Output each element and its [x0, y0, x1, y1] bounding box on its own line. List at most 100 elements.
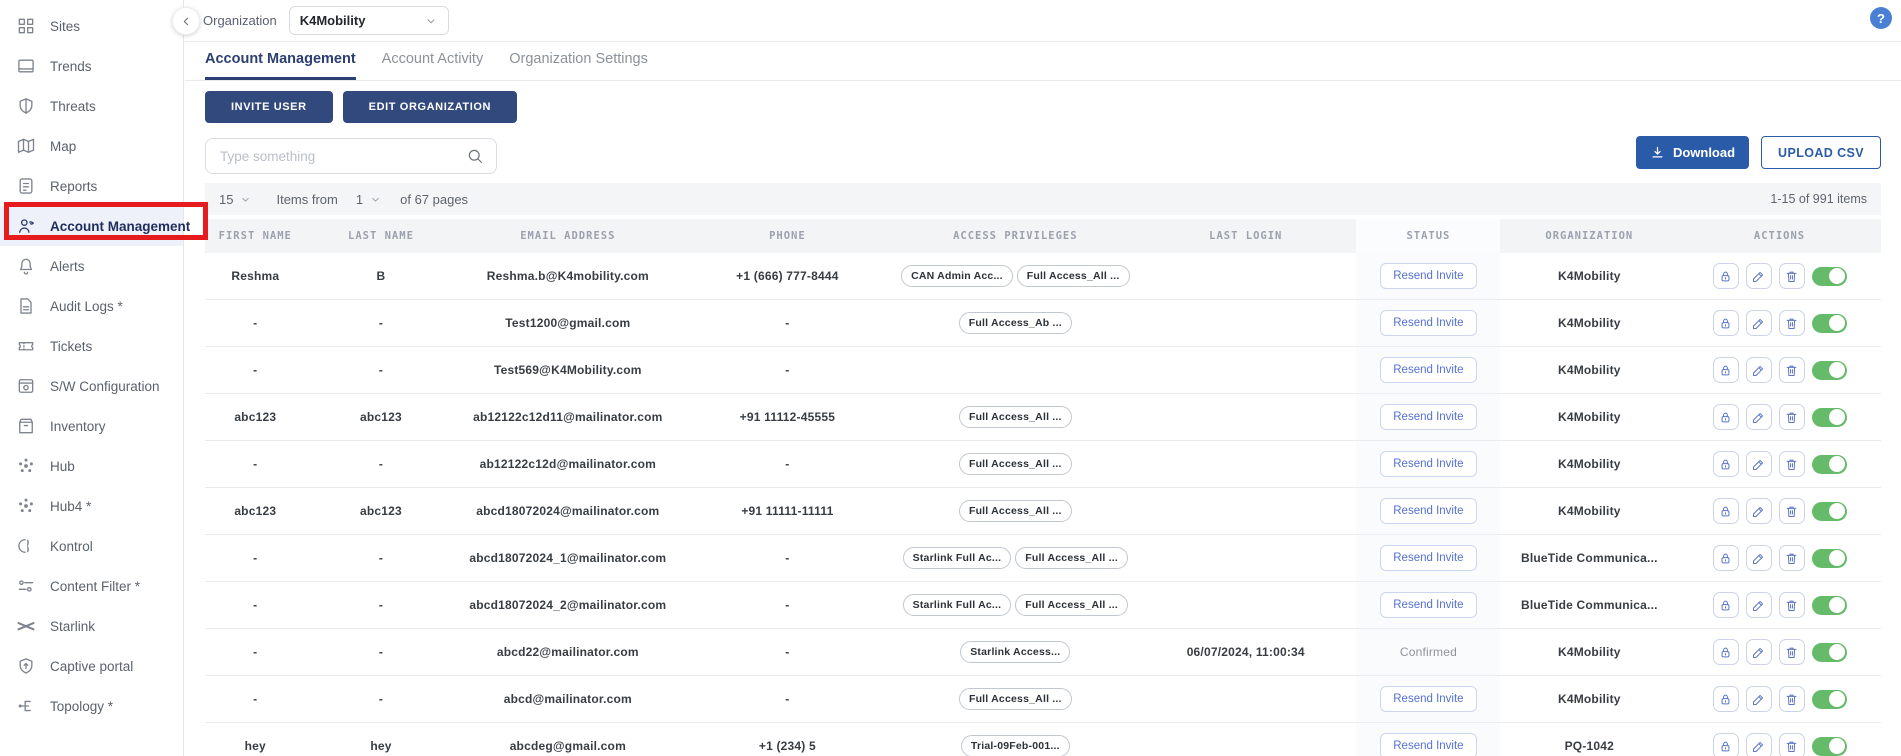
delete-button[interactable]	[1779, 357, 1805, 383]
resend-invite-button[interactable]: Resend Invite	[1380, 686, 1476, 712]
sidebar-item-label: Alerts	[50, 259, 85, 274]
sidebar-item-captive-portal[interactable]: Captive portal	[0, 646, 183, 686]
resend-invite-button[interactable]: Resend Invite	[1380, 310, 1476, 336]
sidebar-item-alerts[interactable]: Alerts	[0, 246, 183, 286]
lock-button[interactable]	[1713, 639, 1739, 665]
resend-invite-button[interactable]: Resend Invite	[1380, 357, 1476, 383]
lock-button[interactable]	[1713, 686, 1739, 712]
help-button[interactable]: ?	[1870, 7, 1892, 29]
delete-button[interactable]	[1779, 639, 1805, 665]
edit-button[interactable]	[1746, 639, 1772, 665]
download-icon	[1650, 145, 1665, 160]
delete-button[interactable]	[1779, 451, 1805, 477]
status-toggle[interactable]	[1812, 549, 1847, 568]
edit-button[interactable]	[1746, 498, 1772, 524]
status-toggle[interactable]	[1812, 267, 1847, 286]
sidebar-item-inventory[interactable]: Inventory	[0, 406, 183, 446]
tab-account-activity[interactable]: Account Activity	[382, 51, 484, 80]
lock-button[interactable]	[1713, 498, 1739, 524]
sidebar-item-s-w-configuration[interactable]: S/W Configuration	[0, 366, 183, 406]
page-size-select[interactable]: 15	[219, 192, 252, 207]
cell-last-name: abc123	[306, 504, 457, 518]
delete-button[interactable]	[1779, 263, 1805, 289]
edit-button[interactable]	[1746, 357, 1772, 383]
grid-icon	[16, 16, 36, 36]
sidebar-item-label: S/W Configuration	[50, 379, 160, 394]
lock-button[interactable]	[1713, 310, 1739, 336]
sidebar-item-content-filter[interactable]: Content Filter *	[0, 566, 183, 606]
delete-button[interactable]	[1779, 498, 1805, 524]
upload-csv-button[interactable]: UPLOAD CSV	[1761, 136, 1881, 169]
lock-button[interactable]	[1713, 357, 1739, 383]
lock-button[interactable]	[1713, 733, 1739, 756]
status-toggle[interactable]	[1812, 455, 1847, 474]
resend-invite-button[interactable]: Resend Invite	[1380, 592, 1476, 618]
delete-button[interactable]	[1779, 404, 1805, 430]
sidebar-item-reports[interactable]: Reports	[0, 166, 183, 206]
status-toggle[interactable]	[1812, 502, 1847, 521]
organization-select[interactable]: K4Mobility	[289, 6, 449, 35]
edit-organization-button[interactable]: EDIT ORGANIZATION	[343, 91, 517, 123]
page-select[interactable]: 1	[356, 192, 382, 207]
tab-organization-settings[interactable]: Organization Settings	[509, 51, 648, 80]
resend-invite-button[interactable]: Resend Invite	[1380, 404, 1476, 430]
delete-button[interactable]	[1779, 686, 1805, 712]
sidebar-item-label: Hub4 *	[50, 499, 91, 514]
sidebar-collapse-button[interactable]	[172, 7, 200, 35]
sidebar-item-hub4[interactable]: Hub4 *	[0, 486, 183, 526]
sidebar-item-starlink[interactable]: Starlink	[0, 606, 183, 646]
lock-button[interactable]	[1713, 545, 1739, 571]
sidebar-item-account-management[interactable]: Account Management	[0, 206, 183, 246]
edit-button[interactable]	[1746, 310, 1772, 336]
resend-invite-button[interactable]: Resend Invite	[1380, 498, 1476, 524]
sidebar-item-topology[interactable]: Topology *	[0, 686, 183, 726]
edit-button[interactable]	[1746, 686, 1772, 712]
sidebar-item-trends[interactable]: Trends	[0, 46, 183, 86]
sidebar-item-tickets[interactable]: Tickets	[0, 326, 183, 366]
download-button[interactable]: Download	[1636, 136, 1749, 169]
sidebar-item-kontrol[interactable]: Kontrol	[0, 526, 183, 566]
status-toggle[interactable]	[1812, 643, 1847, 662]
tab-account-management[interactable]: Account Management	[205, 51, 356, 80]
sidebar-item-threats[interactable]: Threats	[0, 86, 183, 126]
resend-invite-button[interactable]: Resend Invite	[1380, 545, 1476, 571]
sidebar-item-map[interactable]: Map	[0, 126, 183, 166]
delete-button[interactable]	[1779, 592, 1805, 618]
invite-user-button[interactable]: INVITE USER	[205, 91, 333, 123]
edit-button[interactable]	[1746, 404, 1772, 430]
sidebar-item-sites[interactable]: Sites	[0, 6, 183, 46]
delete-button[interactable]	[1779, 733, 1805, 756]
lock-icon	[1718, 739, 1733, 754]
edit-button[interactable]	[1746, 733, 1772, 756]
cell-organization: K4Mobility	[1500, 645, 1678, 659]
status-toggle[interactable]	[1812, 314, 1847, 333]
status-toggle[interactable]	[1812, 408, 1847, 427]
cell-status: Resend Invite	[1356, 676, 1500, 722]
lock-button[interactable]	[1713, 592, 1739, 618]
status-toggle[interactable]	[1812, 596, 1847, 615]
search-input[interactable]	[218, 148, 466, 165]
prev-page-button[interactable]	[492, 192, 507, 207]
edit-button[interactable]	[1746, 545, 1772, 571]
resend-invite-button[interactable]: Resend Invite	[1380, 451, 1476, 477]
people-icon	[16, 216, 36, 236]
sidebar-item-audit-logs[interactable]: Audit Logs *	[0, 286, 183, 326]
edit-button[interactable]	[1746, 263, 1772, 289]
resend-invite-button[interactable]: Resend Invite	[1380, 733, 1476, 756]
shield-icon	[16, 96, 36, 116]
lock-button[interactable]	[1713, 404, 1739, 430]
edit-button[interactable]	[1746, 592, 1772, 618]
lock-button[interactable]	[1713, 451, 1739, 477]
edit-icon	[1751, 692, 1766, 707]
delete-button[interactable]	[1779, 545, 1805, 571]
resend-invite-button[interactable]: Resend Invite	[1380, 263, 1476, 289]
lock-button[interactable]	[1713, 263, 1739, 289]
status-toggle[interactable]	[1812, 690, 1847, 709]
delete-button[interactable]	[1779, 310, 1805, 336]
edit-button[interactable]	[1746, 451, 1772, 477]
status-toggle[interactable]	[1812, 361, 1847, 380]
sidebar-item-label: Reports	[50, 179, 97, 194]
next-page-button[interactable]	[517, 192, 532, 207]
sidebar-item-hub[interactable]: Hub	[0, 446, 183, 486]
status-toggle[interactable]	[1812, 737, 1847, 756]
